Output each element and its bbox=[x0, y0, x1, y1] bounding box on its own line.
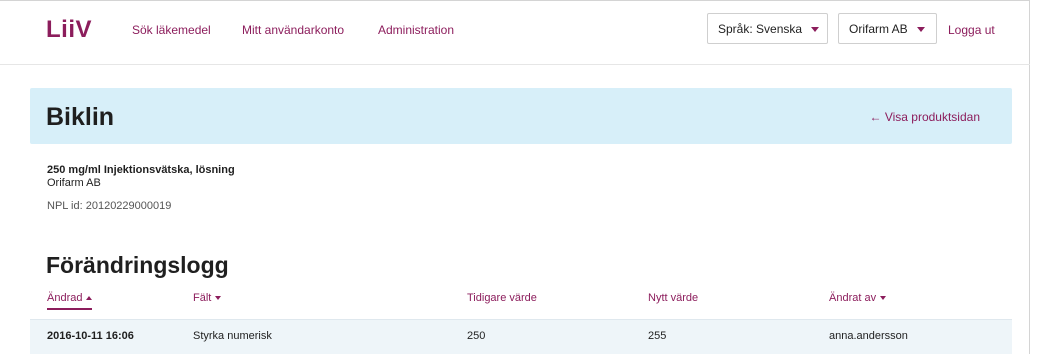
chevron-down-icon bbox=[811, 27, 820, 33]
sort-ascending-icon bbox=[86, 296, 93, 301]
nav-link-administration[interactable]: Administration bbox=[378, 23, 454, 37]
liiv-logo[interactable]: LiiV bbox=[46, 16, 92, 44]
column-header-previous-value[interactable]: Tidigare värde bbox=[467, 292, 537, 304]
product-header-banner: Biklin ← Visa produktsidan bbox=[30, 88, 1012, 144]
product-company: Orifarm AB bbox=[47, 177, 101, 189]
product-npl-id: NPL id: 20120229000019 bbox=[47, 200, 172, 212]
nav-link-search-medicine[interactable]: Sök läkemedel bbox=[132, 23, 211, 37]
logout-link[interactable]: Logga ut bbox=[948, 23, 995, 37]
company-dropdown[interactable]: Orifarm AB bbox=[838, 13, 937, 44]
chevron-down-icon bbox=[215, 296, 222, 301]
column-header-changed-by[interactable]: Ändrat av bbox=[829, 292, 887, 304]
language-dropdown[interactable]: Språk: Svenska bbox=[707, 13, 828, 44]
nav-link-my-account[interactable]: Mitt användarkonto bbox=[242, 23, 344, 37]
chevron-down-icon bbox=[916, 27, 925, 33]
column-header-changed[interactable]: Ändrad bbox=[47, 292, 93, 310]
column-header-label: Nytt värde bbox=[648, 292, 699, 304]
chevron-down-icon bbox=[880, 296, 887, 301]
column-header-label: Tidigare värde bbox=[467, 292, 537, 304]
column-header-label: Fält bbox=[193, 292, 212, 304]
view-product-page-link[interactable]: ← Visa produktsidan bbox=[869, 110, 980, 124]
column-header-field[interactable]: Fält bbox=[193, 292, 222, 304]
cell-changed-by: anna.andersson bbox=[829, 330, 908, 342]
cell-field: Styrka numerisk bbox=[193, 330, 272, 342]
top-navigation: LiiV Sök läkemedel Mitt användarkonto Ad… bbox=[0, 1, 1030, 65]
product-title: Biklin bbox=[46, 103, 115, 131]
cell-changed-date: 2016-10-11 16:06 bbox=[47, 330, 134, 342]
language-dropdown-label: Språk: Svenska bbox=[718, 22, 803, 36]
column-header-label: Ändrad bbox=[47, 292, 83, 304]
changelog-title: Förändringslogg bbox=[46, 252, 229, 278]
product-strength: 250 mg/ml Injektionsvätska, lösning bbox=[47, 164, 235, 176]
cell-new-value: 255 bbox=[648, 330, 667, 342]
company-dropdown-label: Orifarm AB bbox=[849, 22, 908, 36]
column-header-new-value[interactable]: Nytt värde bbox=[648, 292, 698, 304]
app-window: LiiV Sök läkemedel Mitt användarkonto Ad… bbox=[0, 0, 1030, 354]
cell-previous-value: 250 bbox=[467, 330, 486, 342]
column-header-label: Ändrat av bbox=[829, 292, 877, 304]
